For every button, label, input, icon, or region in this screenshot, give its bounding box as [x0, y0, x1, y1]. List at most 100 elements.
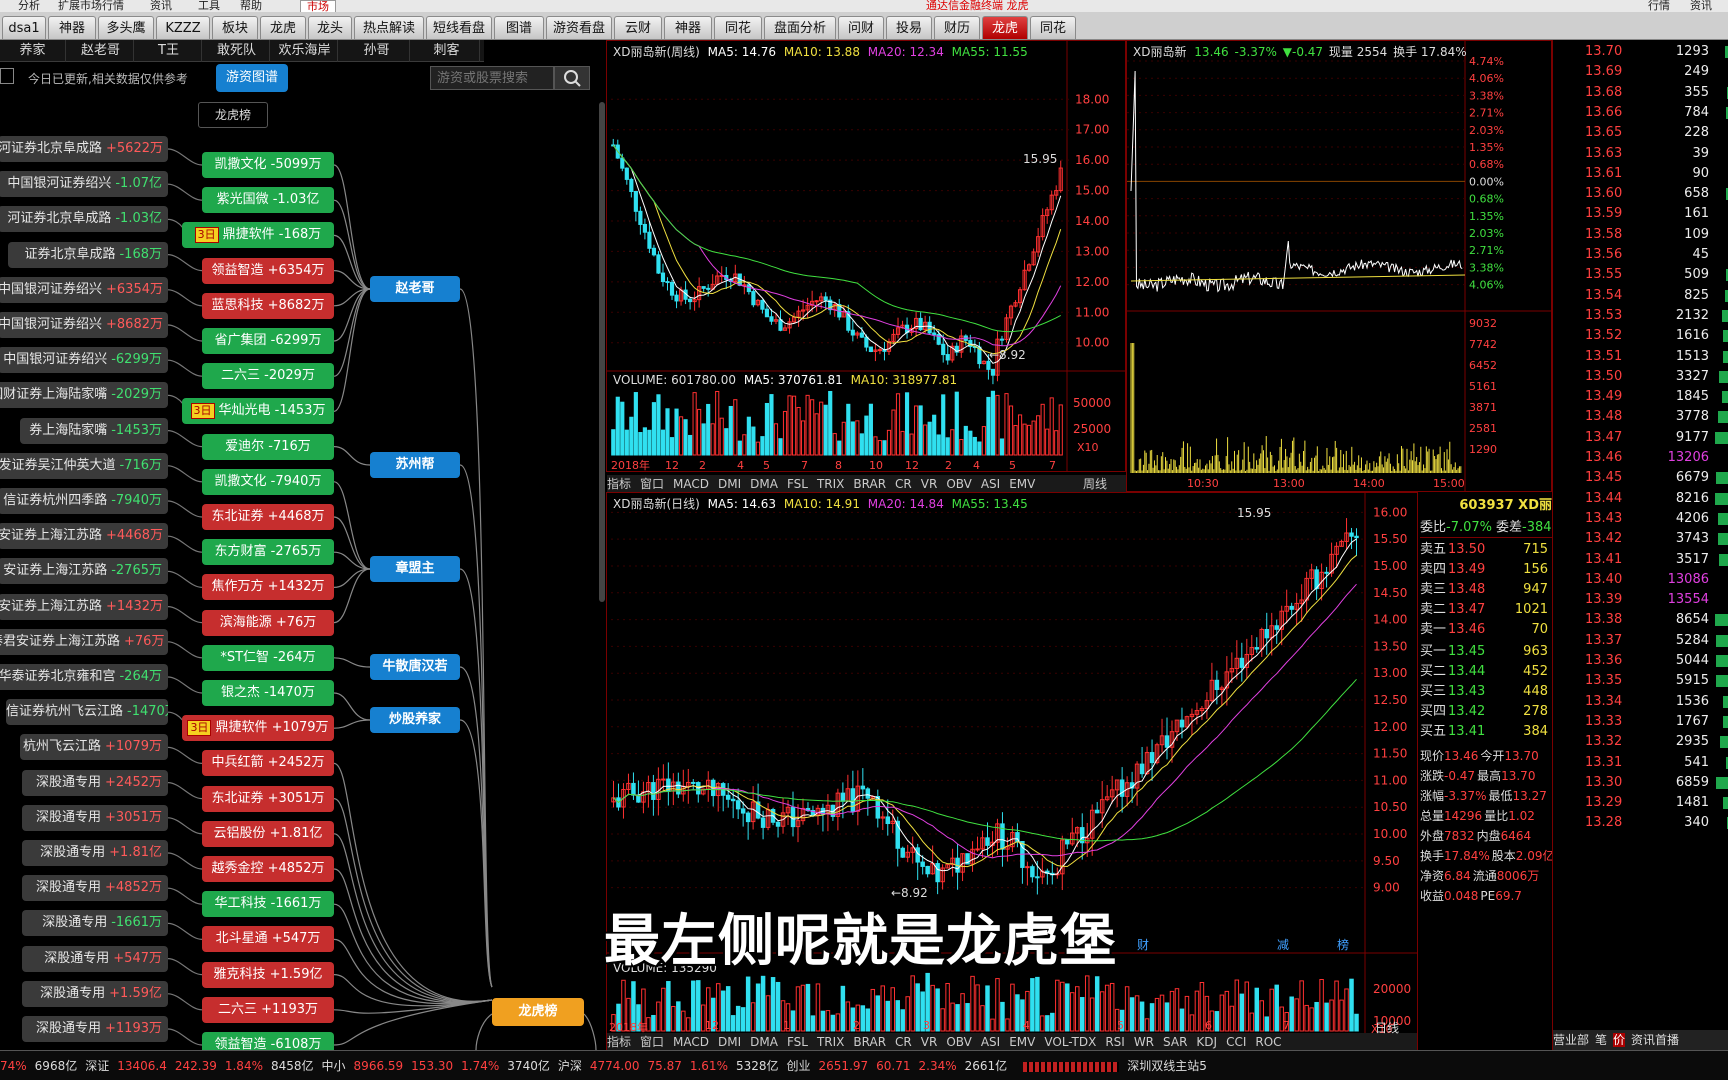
seat-node[interactable]: 安证券上海江苏路 +1432万 [0, 593, 168, 620]
price-level-row[interactable]: 13.39 13554 [1553, 590, 1728, 610]
indicator-tab[interactable]: TRIX [817, 477, 844, 491]
indicator-tab[interactable]: DMA [750, 477, 778, 491]
seat-node[interactable]: 信证券杭州飞云江路-1470万 [6, 699, 168, 726]
seat-node[interactable]: 中国银河证券绍兴 -1.07亿 [0, 171, 168, 198]
indicator-tab[interactable]: VR [921, 477, 938, 491]
price-level-row[interactable]: 13.46 13206 [1553, 448, 1728, 468]
price-level-row[interactable]: 13.36 5044 [1553, 651, 1728, 671]
price-level-row[interactable]: 13.48 3778 [1553, 407, 1728, 427]
menu-right-item[interactable]: 行情 [1648, 0, 1670, 12]
function-tab[interactable]: 短线看盘 [426, 16, 492, 39]
function-tab[interactable]: 多头鹰 [98, 16, 154, 39]
stock-node[interactable]: 省广集团 -6299万 [202, 328, 334, 354]
seat-node[interactable]: 深股通专用 -1661万 [22, 910, 168, 937]
indicator-tab[interactable]: EMV [1009, 1035, 1035, 1049]
price-level-row[interactable]: 13.28 340 [1553, 813, 1728, 833]
price-level-row[interactable]: 13.35 5915 [1553, 671, 1728, 691]
price-level-row[interactable]: 13.40 13086 [1553, 570, 1728, 590]
order-book-tab[interactable]: 营业部 [1553, 1033, 1589, 1047]
price-level-row[interactable]: 13.37 5284 [1553, 631, 1728, 651]
trader-tab[interactable]: 赵老哥 [68, 40, 134, 62]
indicator-tab[interactable]: ASI [981, 477, 1000, 491]
weekly-kline-chart[interactable]: 18.00 17.00 16.00 15.00 14.00 13.00 12.00 11.00… [607, 41, 1125, 471]
seat-node[interactable]: 杭州飞云江路 +1079万 [20, 734, 168, 761]
bid-row[interactable]: 买二 13.44 452 [1420, 662, 1552, 682]
seat-node[interactable]: 中国银河证券绍兴 +8682万 [0, 312, 168, 338]
seat-node[interactable]: 中国银河证券绍兴 -6299万 [0, 347, 168, 374]
price-level-row[interactable]: 13.38 8654 [1553, 610, 1728, 630]
intraday-chart[interactable]: 4.74% 4.06% 3.38% 2.71% 2.03% 1.35% 0.68% 0.00%… [1127, 41, 1551, 491]
function-tab[interactable]: 游资看盘 [546, 16, 612, 39]
price-level-row[interactable]: 13.63 39 [1553, 144, 1728, 164]
function-tab[interactable]: 图谱 [494, 16, 544, 39]
seat-node[interactable]: 券上海陆家嘴 -1453万 [20, 417, 168, 444]
menu-item[interactable]: 分析 [18, 0, 40, 12]
indicator-tab[interactable]: KDJ [1196, 1035, 1217, 1049]
stock-node[interactable]: 3日 鼎捷软件 -168万 [182, 222, 334, 249]
stock-node[interactable]: 云铝股份 +1.81亿 [202, 820, 334, 847]
indicator-tab[interactable]: SAR [1163, 1035, 1187, 1049]
order-book-tab[interactable]: 资讯首播 [1631, 1033, 1679, 1047]
menu-item[interactable]: 帮助 [240, 0, 262, 12]
stock-node[interactable]: 滨海能源 +76万 [202, 609, 334, 636]
seat-node[interactable]: 深股通专用 +1193万 [22, 1016, 168, 1042]
price-level-row[interactable]: 13.69 249 [1553, 62, 1728, 82]
trader-tab[interactable]: 刺客 [414, 40, 480, 62]
bid-row[interactable]: 买三 13.43 448 [1420, 682, 1552, 702]
price-level-row[interactable]: 13.54 825 [1553, 286, 1728, 306]
price-level-row[interactable]: 13.34 1536 [1553, 692, 1728, 712]
indicator-tab[interactable]: DMA [750, 1035, 778, 1049]
indicator-tab[interactable]: MACD [673, 1035, 709, 1049]
indicator-tab[interactable]: OBV [946, 477, 972, 491]
stock-node[interactable]: 东北证券 +4468万 [202, 504, 334, 530]
price-level-row[interactable]: 13.43 4206 [1553, 509, 1728, 529]
price-level-row[interactable]: 13.29 1481 [1553, 793, 1728, 813]
stock-node[interactable]: 爱迪尔 -716万 [202, 433, 334, 460]
function-tab[interactable]: 财历 [934, 16, 980, 39]
order-book-tab[interactable]: 笔 [1595, 1033, 1607, 1047]
stock-node[interactable]: 紫光国微 -1.03亿 [202, 187, 334, 214]
price-level-row[interactable]: 13.50 3327 [1553, 367, 1728, 387]
indicator-tab[interactable]: TRIX [817, 1035, 844, 1049]
function-tab[interactable]: KZZZ [156, 16, 210, 39]
trader-tab[interactable]: 孙哥 [344, 40, 410, 62]
seat-node[interactable]: 深股通专用 +1.59亿 [22, 980, 168, 1007]
weekly-period-label[interactable]: 周线 [1083, 475, 1107, 493]
daily-period-label[interactable]: 日线 [1375, 1019, 1399, 1036]
indicator-tab[interactable]: BRAR [853, 477, 886, 491]
price-level-row[interactable]: 13.51 1513 [1553, 347, 1728, 367]
indicator-tab[interactable]: VR [921, 1035, 938, 1049]
indicator-tab[interactable]: 窗口 [640, 477, 664, 491]
price-level-row[interactable]: 13.52 1616 [1553, 326, 1728, 346]
price-level-row[interactable]: 13.42 3743 [1553, 529, 1728, 549]
indicator-tab[interactable]: BRAR [853, 1035, 886, 1049]
seat-node[interactable]: 深股通专用 +3051万 [22, 804, 168, 831]
seat-node[interactable]: 华泰证券北京雍和宫 -264万 [0, 664, 168, 690]
stock-node[interactable]: 领益智造 +6354万 [202, 257, 334, 284]
indicator-tab[interactable]: MACD [673, 477, 709, 491]
price-level-row[interactable]: 13.45 6679 [1553, 468, 1728, 488]
stock-node[interactable]: 凯撒文化 -5099万 [202, 152, 334, 178]
seat-node[interactable]: 中国银河证券绍兴 +6354万 [0, 276, 168, 303]
stock-node[interactable]: 领益智造 -6108万 [202, 1032, 334, 1050]
indicator-tab[interactable]: FSL [787, 477, 808, 491]
bid-row[interactable]: 买四 13.42 278 [1420, 702, 1552, 722]
price-level-row[interactable]: 13.58 109 [1553, 225, 1728, 245]
seat-node[interactable]: 安证券上海江苏路 -2765万 [0, 558, 168, 585]
seat-node[interactable]: 国财证券上海陆家嘴 -2029万 [0, 382, 168, 409]
menu-item[interactable]: 扩展市场行情 [58, 0, 124, 12]
price-level-row[interactable]: 13.61 90 [1553, 164, 1728, 184]
indicator-tab[interactable]: CCI [1226, 1035, 1246, 1049]
left-scrollbar[interactable] [599, 102, 605, 602]
indicator-tab[interactable]: 窗口 [640, 1035, 664, 1049]
stock-node[interactable]: 蓝思科技 +8682万 [202, 292, 334, 319]
stock-node[interactable]: 3日 华灿光电 -1453万 [182, 398, 334, 425]
price-level-row[interactable]: 13.33 1767 [1553, 712, 1728, 732]
indicator-tab[interactable]: OBV [946, 1035, 972, 1049]
menu-item[interactable]: 工具 [198, 0, 220, 12]
indicator-tab[interactable]: 指标 [607, 1035, 631, 1049]
indicator-tab[interactable]: FSL [787, 1035, 808, 1049]
stock-node[interactable]: *ST仁智 -264万 [202, 644, 334, 671]
price-level-row[interactable]: 13.32 2935 [1553, 732, 1728, 752]
seat-node[interactable]: 安证券上海江苏路 +4468万 [0, 523, 168, 550]
